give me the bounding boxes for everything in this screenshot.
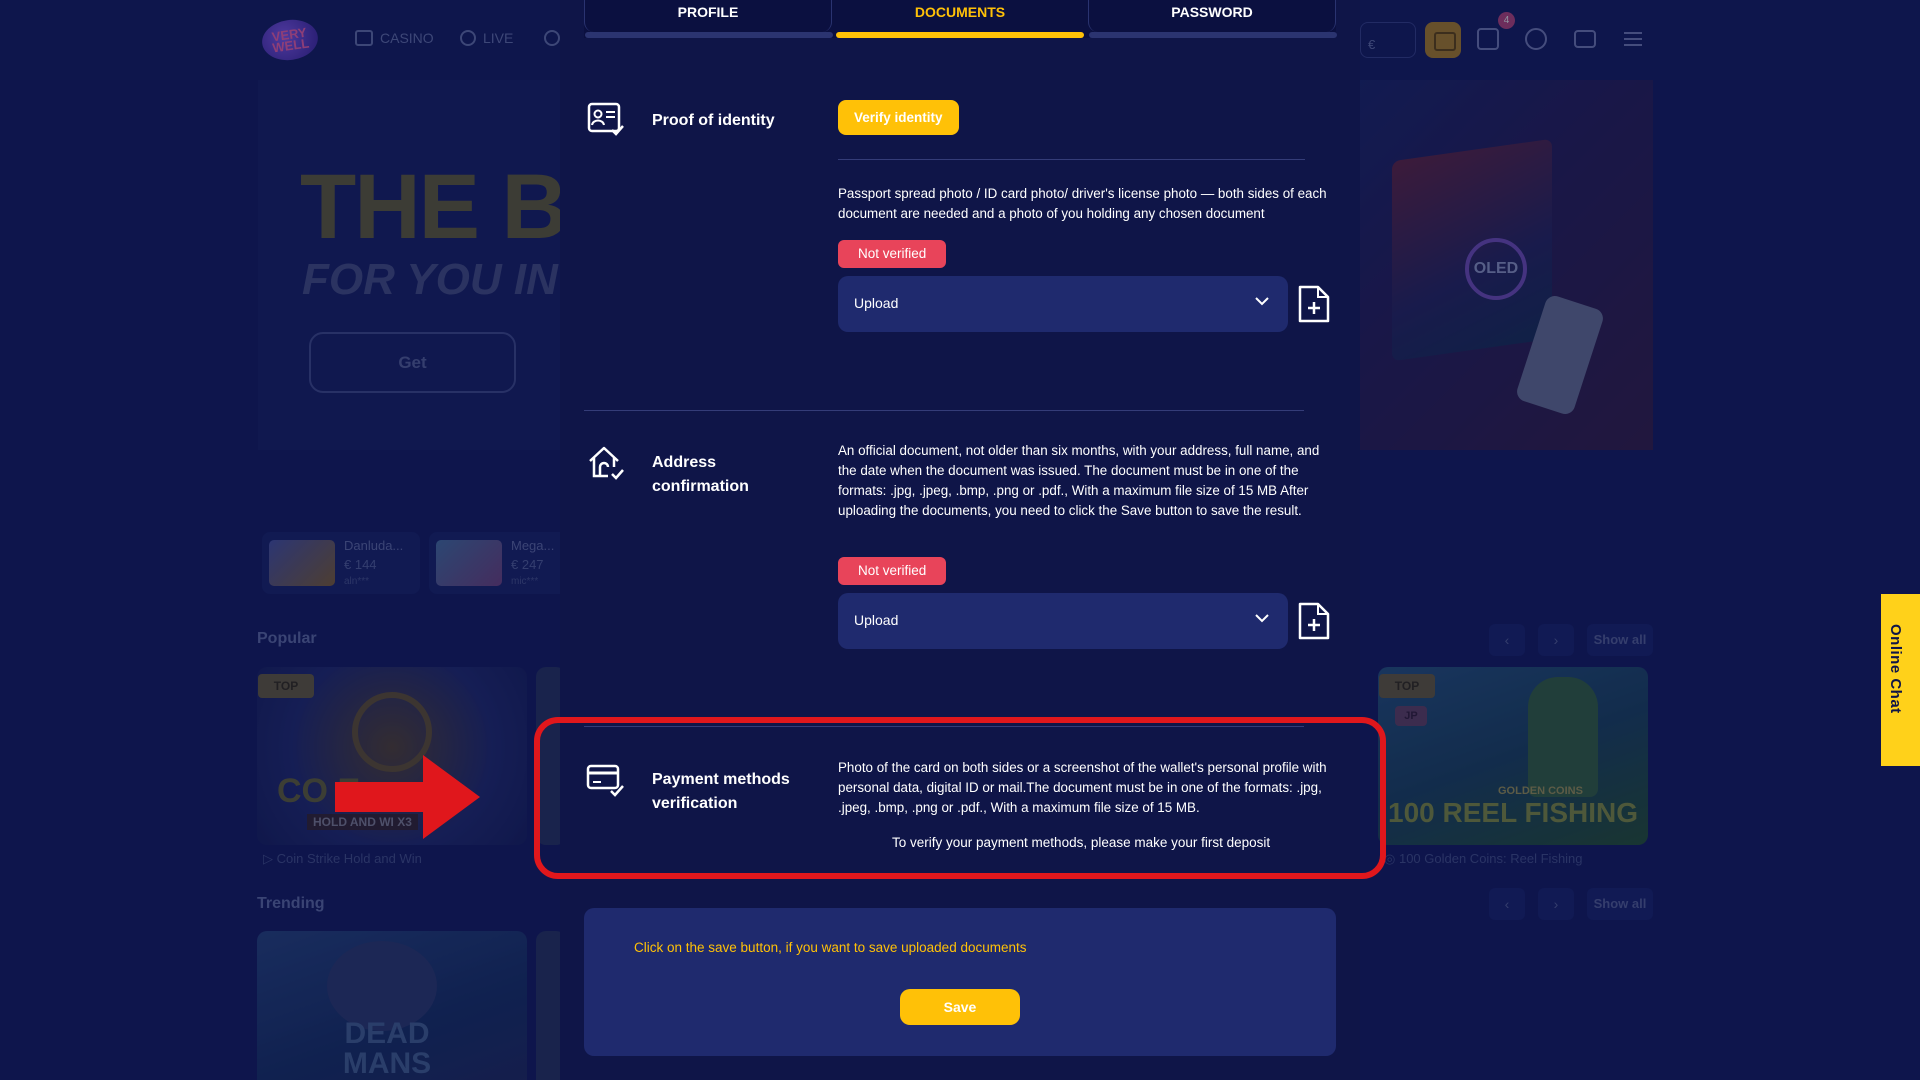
tab-documents[interactable]: DOCUMENTS [836,0,1084,38]
save-button[interactable]: Save [900,989,1020,1025]
save-panel [584,908,1336,1056]
tab-password[interactable]: PASSWORD [1088,0,1337,38]
online-chat-tab[interactable]: Online Chat [1881,594,1920,766]
add-file-icon[interactable] [1296,284,1332,324]
identity-upload-select[interactable]: Upload [838,276,1288,332]
verify-identity-button[interactable]: Verify identity [838,100,959,135]
red-arrow-icon [335,755,480,839]
divider [838,159,1305,160]
address-description: An official document, not older than six… [838,443,1320,518]
highlight-box [534,717,1386,879]
address-status-badge: Not verified [838,557,947,585]
id-card-icon [587,102,624,136]
tab-profile[interactable]: PROFILE [584,0,833,38]
add-file-icon[interactable] [1296,601,1332,641]
identity-status-badge: Not verified [838,240,947,268]
address-upload-select[interactable]: Upload [838,593,1288,649]
identity-title: Proof of identity [652,112,775,129]
home-check-icon [589,446,624,480]
save-note: Click on the save button, if you want to… [634,940,1027,955]
chevron-down-icon [1255,297,1269,306]
address-title: Address confirmation [652,454,749,495]
divider [584,410,1304,411]
chevron-down-icon [1255,614,1269,623]
identity-description: Passport spread photo / ID card photo/ d… [838,186,1327,221]
modal-tabs: PROFILE DOCUMENTS PASSWORD [584,0,1337,38]
